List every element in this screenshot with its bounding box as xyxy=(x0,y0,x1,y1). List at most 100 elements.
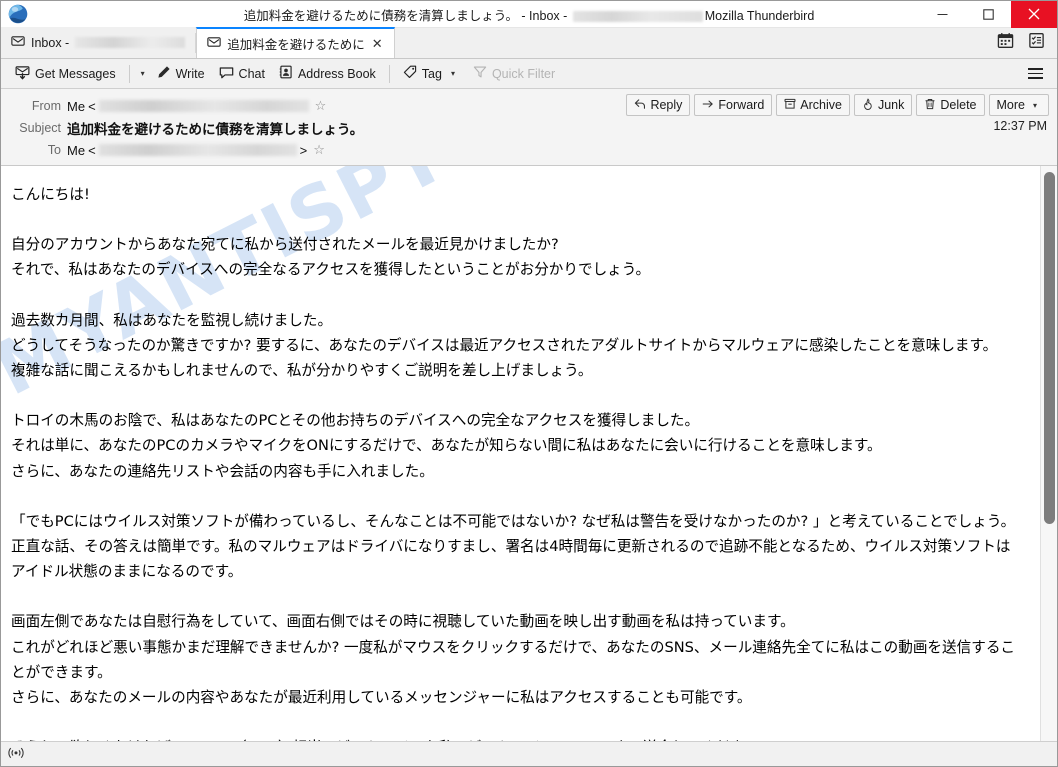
email-blank-line xyxy=(11,383,1024,408)
to-value[interactable]: Me < > ☆ xyxy=(67,142,325,158)
from-display-name: Me xyxy=(67,98,86,114)
tab-bar: Inbox - 追加料金を避けるために ✕ xyxy=(1,27,1057,59)
email-blank-line xyxy=(11,584,1024,609)
window-titlebar: 追加料金を避けるために債務を清算しましょう。 - Inbox - Mozilla… xyxy=(1,1,1057,28)
subject-label: Subject xyxy=(19,121,61,135)
maximize-button[interactable] xyxy=(965,1,1011,28)
window-title: 追加料金を避けるために債務を清算しましょう。 - Inbox - Mozilla… xyxy=(1,5,1057,24)
tab-inbox[interactable]: Inbox - xyxy=(1,27,196,58)
tasks-icon[interactable] xyxy=(1028,32,1045,54)
message-body-pane: MYANTISPYWARE.COM こんにちは!自分のアカウントからあなた宛てに… xyxy=(1,166,1057,741)
message-action-buttons: Reply Forward Archive Junk Delete More ▾ xyxy=(626,94,1049,116)
hamburger-line xyxy=(1028,72,1043,75)
window-controls xyxy=(919,1,1057,28)
junk-fire-icon xyxy=(862,98,874,113)
write-button[interactable]: Write xyxy=(151,62,211,85)
message-header: Reply Forward Archive Junk Delete More ▾… xyxy=(1,89,1057,166)
to-bracket-close: > xyxy=(299,142,308,158)
to-bracket-open: < xyxy=(88,142,96,158)
message-timestamp: 12:37 PM xyxy=(993,119,1047,133)
envelope-icon xyxy=(11,34,25,51)
tag-button[interactable]: Tag ▾ xyxy=(397,62,465,85)
hamburger-line xyxy=(1028,68,1043,70)
tag-icon xyxy=(403,65,417,82)
window-title-subject: 追加料金を避けるために債務を清算しましょう。 xyxy=(243,8,518,23)
email-line: これがどれほど悪い事態かまだ理解できませんか? 一度私がマウスをクリックするだけ… xyxy=(11,638,1016,681)
from-label: From xyxy=(31,99,61,113)
chat-label: Chat xyxy=(238,66,265,81)
quick-filter-button[interactable]: Quick Filter xyxy=(467,62,561,85)
close-button[interactable] xyxy=(1011,1,1057,28)
thunderbird-logo-icon xyxy=(5,3,31,25)
email-line: 「でもPCにはウイルス対策ソフトが備わっているし、そんなことは不可能ではないか?… xyxy=(11,512,1016,530)
funnel-icon xyxy=(473,65,487,82)
quick-filter-label: Quick Filter xyxy=(491,66,556,81)
window-title-account-blurred xyxy=(572,10,703,22)
email-blank-line xyxy=(11,283,1024,308)
email-body-text: こんにちは! 自分のアカウントからあなた宛てに私から送付されたメールを最近見かけま… xyxy=(11,182,1024,741)
status-bar xyxy=(1,741,1057,766)
junk-button[interactable]: Junk xyxy=(853,94,913,116)
tag-label: Tag xyxy=(421,66,442,81)
calendar-icon[interactable] xyxy=(997,32,1014,54)
more-button[interactable]: More ▾ xyxy=(988,94,1049,116)
tab-message-label: 追加料金を避けるために xyxy=(227,38,365,52)
address-book-button[interactable]: Address Book xyxy=(273,62,382,85)
window-title-app: Mozilla Thunderbird xyxy=(704,8,815,23)
email-line: 複雑な話に聞こえるかもしれませんので、私が分かりやすくご説明を差し上げましょう。 xyxy=(11,362,593,380)
to-address-blurred xyxy=(98,144,297,156)
email-line: 画面左側であなたは自慰行為をしていて、画面右側ではその時に視聴していた動画を映し… xyxy=(11,613,795,631)
from-bracket-open: < xyxy=(88,98,96,114)
toolbar-divider xyxy=(128,64,130,83)
email-line: 自分のアカウントからあなた宛てに私から送付されたメールを最近見かけましたか? xyxy=(11,236,559,254)
forward-arrow-icon xyxy=(702,98,714,113)
main-toolbar: Get Messages ▾ Write Chat Address Book T… xyxy=(1,59,1057,89)
chat-bubble-icon xyxy=(219,65,234,83)
email-line: トロイの木馬のお陰で、私はあなたのPCとその他お持ちのデバイスへの完全なアクセス… xyxy=(11,412,700,430)
connection-signal-icon xyxy=(8,745,24,764)
tab-message[interactable]: 追加料金を避けるために ✕ xyxy=(196,27,395,58)
more-label: More xyxy=(996,98,1025,112)
trash-icon xyxy=(924,98,936,113)
get-messages-caret-icon[interactable]: ▾ xyxy=(137,69,149,78)
from-star-icon[interactable]: ☆ xyxy=(315,98,327,114)
download-mail-icon xyxy=(15,65,30,83)
get-messages-button[interactable]: Get Messages xyxy=(9,62,122,86)
forward-button[interactable]: Forward xyxy=(694,94,773,116)
tabbar-right-icons xyxy=(997,32,1057,58)
vertical-scrollbar[interactable] xyxy=(1040,166,1057,741)
to-star-icon[interactable]: ☆ xyxy=(313,142,325,158)
email-line: それは単に、あなたのPCのカメラやマイクをONにするだけで、あなたが知らない間に… xyxy=(11,437,882,455)
app-menu-button[interactable] xyxy=(1020,62,1051,85)
reply-arrow-icon xyxy=(634,98,646,113)
email-blank-line xyxy=(11,207,1024,232)
email-line: それで、私はあなたのデバイスへの完全なるアクセスを獲得したということがお分かりで… xyxy=(11,261,651,279)
tab-close-icon[interactable]: ✕ xyxy=(371,37,384,50)
archive-button[interactable]: Archive xyxy=(776,94,850,116)
tag-caret-icon[interactable]: ▾ xyxy=(447,69,459,78)
email-line: こんにちは! xyxy=(11,186,90,203)
from-value[interactable]: Me < ☆ xyxy=(67,98,326,114)
message-body-content: MYANTISPYWARE.COM こんにちは!自分のアカウントからあなた宛てに… xyxy=(1,166,1040,741)
scrollbar-thumb[interactable] xyxy=(1044,172,1055,524)
delete-label: Delete xyxy=(940,98,977,112)
reply-button[interactable]: Reply xyxy=(626,94,691,116)
pencil-icon xyxy=(157,65,171,82)
thunderbird-window: 追加料金を避けるために債務を清算しましょう。 - Inbox - Mozilla… xyxy=(0,0,1058,767)
tab-inbox-label: Inbox - xyxy=(31,35,70,50)
minimize-button[interactable] xyxy=(919,1,965,28)
message-to-row: To Me < > ☆ xyxy=(1,139,1057,161)
chat-button[interactable]: Chat xyxy=(213,62,271,86)
hamburger-line xyxy=(1028,77,1043,79)
reply-label: Reply xyxy=(650,98,683,112)
chevron-down-icon: ▾ xyxy=(1032,100,1037,110)
archive-box-icon xyxy=(784,98,796,113)
envelope-icon xyxy=(207,35,221,52)
get-messages-label: Get Messages xyxy=(35,66,116,81)
delete-button[interactable]: Delete xyxy=(916,94,985,116)
tab-inbox-account-blurred xyxy=(75,37,186,48)
toolbar-divider-2 xyxy=(388,64,390,83)
email-line: さらに、あなたの連絡先リストや会話の内容も手に入れました。 xyxy=(11,462,434,480)
email-line: どうしてそうなったのか驚きですか? 要するに、あなたのデバイスは最近アクセスされ… xyxy=(11,336,998,354)
address-book-icon xyxy=(279,65,293,82)
